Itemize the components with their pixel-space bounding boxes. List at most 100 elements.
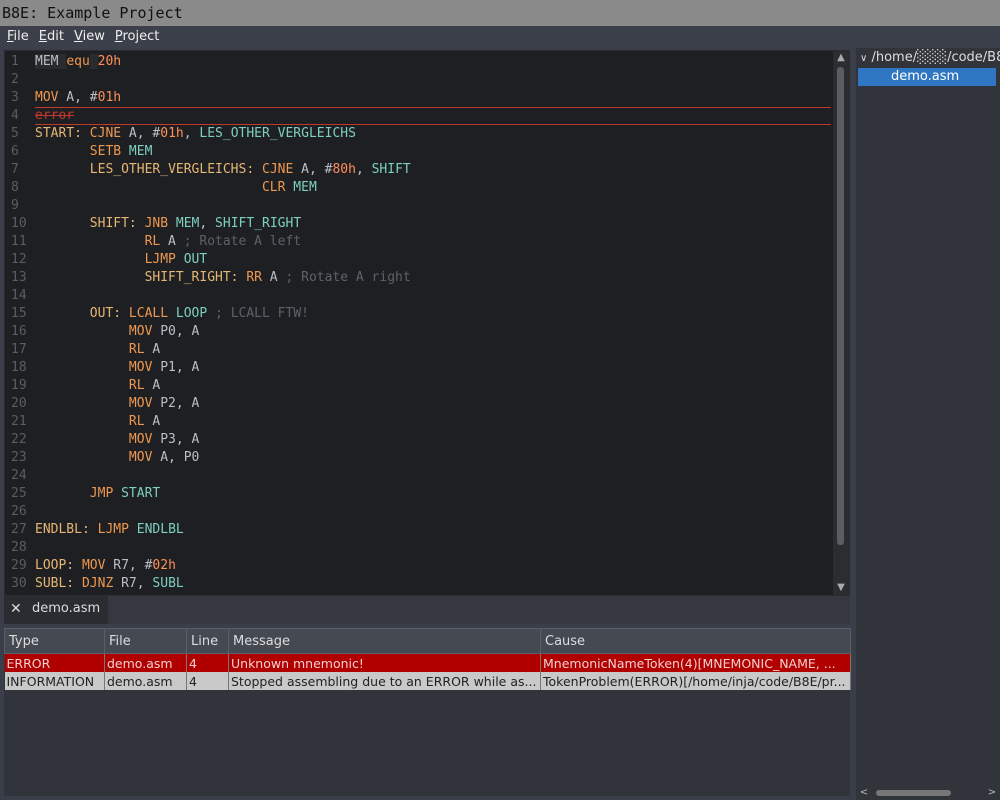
scroll-right-icon[interactable]: >	[986, 786, 998, 800]
table-row[interactable]: ERROR demo.asm 4 Unknown mnemonic! MnemonicN…	[4, 653, 851, 672]
code-line[interactable]: MEM equ 20h	[35, 53, 831, 71]
tree-item-label: demo.asm	[891, 69, 960, 84]
chevron-down-icon[interactable]: ∨	[860, 53, 867, 64]
code-line[interactable]: MOV A, #01h	[35, 89, 831, 107]
code-line[interactable]: LES_OTHER_VERGLEICHS: CJNE A, #80h, SHIF…	[35, 161, 831, 179]
code-token: MEM	[285, 180, 317, 195]
menu-label-rest: roject	[122, 29, 160, 44]
code-line[interactable]: MOV P0, A	[35, 323, 831, 341]
code-token: A, P0	[152, 450, 200, 465]
code-line[interactable]	[35, 467, 831, 485]
line-number: 28	[11, 540, 27, 555]
code-token: A	[160, 234, 184, 249]
menu-bar: File Edit View Project	[0, 26, 1000, 48]
code-line[interactable]: MOV P2, A	[35, 395, 831, 413]
menu-file[interactable]: File	[3, 26, 33, 48]
code-line[interactable]	[35, 197, 831, 215]
code-line[interactable]: LOOP: MOV R7, #02h	[35, 557, 831, 575]
code-line[interactable]: SHIFT: JNB MEM, SHIFT_RIGHT	[35, 215, 831, 233]
line-number: 1	[11, 54, 19, 69]
menu-project[interactable]: Project	[111, 26, 164, 48]
code-line[interactable]: SETB MEM	[35, 143, 831, 161]
menu-view[interactable]: View	[70, 26, 109, 48]
code-token	[89, 54, 98, 69]
code-token: SHIFT	[371, 162, 411, 177]
code-line[interactable]	[35, 503, 831, 521]
line-number: 18	[11, 360, 27, 375]
code-line[interactable]: SHIFT_RIGHT: RR A ; Rotate A right	[35, 269, 831, 287]
code-token: SETB	[89, 144, 122, 159]
code-token: MOV	[74, 558, 106, 573]
code-token: RR	[238, 270, 262, 285]
code-line[interactable]: RL A	[35, 377, 831, 395]
main-area: 1 2 3 4 5 6 7 8 9 10 11 12 13 14 15 16 17 18 19 20 21 22 23 24 2…	[0, 48, 854, 800]
tree-horizontal-scrollbar[interactable]: < >	[856, 786, 1000, 800]
code-line[interactable]	[35, 539, 831, 557]
tab-demo-asm[interactable]: ✕ demo.asm	[4, 596, 108, 624]
code-token: MOV	[128, 450, 153, 465]
table-row[interactable]: INFORMATION demo.asm 4 Stopped assembling d…	[4, 672, 851, 690]
code-token: A	[144, 414, 161, 429]
table-cell: demo.asm	[104, 653, 187, 672]
code-token: ; Rotate A right	[285, 270, 411, 285]
scroll-down-icon[interactable]: ▼	[833, 581, 849, 595]
code-line[interactable]: SUBL: DJNZ R7, SUBL	[35, 575, 831, 593]
code-token: MOV	[128, 432, 153, 447]
code-line[interactable]: RL A	[35, 413, 831, 431]
code-token: A, #	[293, 162, 333, 177]
tree-root-folder[interactable]: ∨ /home/░░░/code/B8E	[860, 48, 1000, 68]
code-line[interactable]: START: CJNE A, #01h, LES_OTHER_VERGLEICH…	[35, 125, 831, 143]
code-token: OUT	[175, 252, 208, 267]
table-cell: 4	[186, 653, 229, 672]
code-line[interactable]: RL A	[35, 341, 831, 359]
column-header-file[interactable]: File	[104, 628, 187, 654]
column-header-cause[interactable]: Cause	[540, 628, 851, 654]
code-line[interactable]: OUT: LCALL LOOP ; LCALL FTW!	[35, 305, 831, 323]
code-line[interactable]	[35, 71, 831, 89]
menu-mnemonic: V	[73, 29, 83, 44]
code-token: MOV	[128, 324, 153, 339]
code-line[interactable]: MOV A, P0	[35, 449, 831, 467]
code-token: SHIFT_RIGHT	[215, 216, 302, 231]
editor-vertical-scrollbar[interactable]: ▲ ▼	[833, 51, 849, 595]
code-token: A, #	[58, 90, 98, 105]
line-number: 12	[11, 252, 27, 267]
code-token: RL	[144, 234, 161, 249]
menu-label-rest: ile	[13, 29, 29, 44]
line-number: 2	[11, 72, 19, 87]
code-line[interactable]: ENDLBL: LJMP ENDLBL	[35, 521, 831, 539]
code-line[interactable]: JMP START	[35, 485, 831, 503]
close-icon[interactable]: ✕	[10, 596, 22, 622]
column-header-message[interactable]: Message	[228, 628, 541, 654]
tree-item-demo-asm[interactable]: demo.asm	[858, 68, 996, 86]
code-token: 02h	[152, 558, 176, 573]
menu-edit[interactable]: Edit	[35, 26, 68, 48]
code-token: 01h	[97, 90, 122, 105]
code-line[interactable]: RL A ; Rotate A left	[35, 233, 831, 251]
code-line[interactable]	[35, 287, 831, 305]
table-cell: INFORMATION	[4, 672, 105, 690]
column-header-type[interactable]: Type	[4, 628, 105, 654]
line-number: 27	[11, 522, 27, 537]
code-token: A	[144, 378, 161, 393]
scrollbar-thumb[interactable]	[837, 67, 844, 545]
code-token: START:	[35, 126, 82, 141]
code-line[interactable]: CLR MEM	[35, 179, 831, 197]
scroll-up-icon[interactable]: ▲	[833, 51, 849, 65]
code-token: RL	[128, 342, 145, 357]
code-token: LJMP	[89, 522, 129, 537]
code-line[interactable]: MOV P1, A	[35, 359, 831, 377]
code-line[interactable]: LJMP OUT	[35, 251, 831, 269]
column-header-line[interactable]: Line	[186, 628, 229, 654]
code-editor[interactable]: 1 2 3 4 5 6 7 8 9 10 11 12 13 14 15 16 17 18 19 20 21 22 23 24 2…	[4, 50, 850, 596]
code-line[interactable]: MOV P3, A	[35, 431, 831, 449]
scrollbar-thumb[interactable]	[876, 790, 951, 796]
code-line-error[interactable]: error	[35, 107, 831, 125]
code-token: P2, A	[152, 396, 200, 411]
scroll-left-icon[interactable]: <	[858, 786, 870, 800]
